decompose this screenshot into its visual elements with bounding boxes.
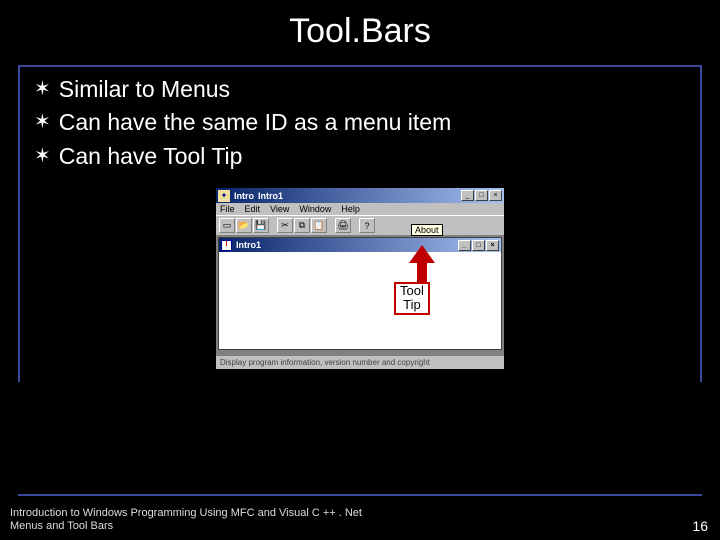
menu-help[interactable]: Help bbox=[341, 204, 360, 214]
doc-maximize-button[interactable]: □ bbox=[472, 240, 485, 251]
menu-file[interactable]: File bbox=[220, 204, 235, 214]
menu-bar: File Edit View Window Help bbox=[216, 203, 504, 215]
bullet-icon: ✶ bbox=[34, 106, 51, 138]
bullet-text: Can have Tool Tip bbox=[59, 140, 243, 173]
toolbar-about-button[interactable]: ? bbox=[359, 218, 375, 233]
callout-line2: Tip bbox=[400, 298, 424, 312]
toolbar-cut-button[interactable]: ✂ bbox=[277, 218, 293, 233]
minimize-button[interactable]: _ bbox=[461, 190, 474, 201]
status-text: Display program information, version num… bbox=[220, 358, 430, 367]
callout-line1: Tool bbox=[400, 284, 424, 298]
app-title: Intro1 bbox=[258, 191, 283, 201]
footer-caption: Introduction to Windows Programming Usin… bbox=[10, 507, 362, 535]
doc-icon: I bbox=[221, 240, 232, 251]
app-title-prefix: Intro bbox=[234, 191, 254, 201]
toolbar-print-button[interactable]: 🖨 bbox=[335, 218, 351, 233]
toolbar-new-button[interactable]: ▭ bbox=[219, 218, 235, 233]
slide-title: Tool.Bars bbox=[0, 0, 720, 65]
titlebar: ✦ Intro Intro1 _ □ × bbox=[216, 188, 504, 203]
list-item: ✶ Can have Tool Tip bbox=[34, 140, 686, 173]
menu-edit[interactable]: Edit bbox=[245, 204, 261, 214]
close-button[interactable]: × bbox=[489, 190, 502, 201]
doc-close-button[interactable]: × bbox=[486, 240, 499, 251]
bullet-text: Can have the same ID as a menu item bbox=[59, 106, 451, 139]
doc-title: Intro1 bbox=[236, 240, 261, 250]
list-item: ✶ Similar to Menus bbox=[34, 73, 686, 106]
document-window: I Intro1 _ □ × bbox=[218, 237, 502, 350]
tooltip-callout: Tool Tip bbox=[394, 282, 430, 315]
mdi-client-area: I Intro1 _ □ × bbox=[216, 235, 504, 355]
app-icon: ✦ bbox=[218, 190, 230, 202]
menu-view[interactable]: View bbox=[270, 204, 289, 214]
bullet-icon: ✶ bbox=[34, 73, 51, 105]
status-bar: Display program information, version num… bbox=[216, 355, 504, 369]
bullet-text: Similar to Menus bbox=[59, 73, 230, 106]
toolbar: ▭ 📂 💾 ✂ ⧉ 📋 🖨 ? bbox=[216, 215, 504, 235]
page-number: 16 bbox=[692, 518, 708, 534]
mock-app-window: ✦ Intro Intro1 _ □ × File Edit View Wind… bbox=[215, 187, 505, 370]
footer-divider bbox=[18, 494, 702, 496]
doc-titlebar: I Intro1 _ □ × bbox=[219, 238, 501, 252]
toolbar-save-button[interactable]: 💾 bbox=[253, 218, 269, 233]
footer-line1: Introduction to Windows Programming Usin… bbox=[10, 507, 362, 521]
arrow-icon bbox=[409, 245, 435, 285]
toolbar-open-button[interactable]: 📂 bbox=[236, 218, 252, 233]
menu-window[interactable]: Window bbox=[299, 204, 331, 214]
toolbar-paste-button[interactable]: 📋 bbox=[311, 218, 327, 233]
doc-minimize-button[interactable]: _ bbox=[458, 240, 471, 251]
tooltip: About bbox=[411, 224, 443, 236]
list-item: ✶ Can have the same ID as a menu item bbox=[34, 106, 686, 139]
footer-line2: Menus and Tool Bars bbox=[10, 520, 362, 534]
toolbar-copy-button[interactable]: ⧉ bbox=[294, 218, 310, 233]
bullet-icon: ✶ bbox=[34, 140, 51, 172]
maximize-button[interactable]: □ bbox=[475, 190, 488, 201]
content-frame: ✶ Similar to Menus ✶ Can have the same I… bbox=[18, 65, 702, 382]
bullet-list: ✶ Similar to Menus ✶ Can have the same I… bbox=[22, 69, 698, 181]
